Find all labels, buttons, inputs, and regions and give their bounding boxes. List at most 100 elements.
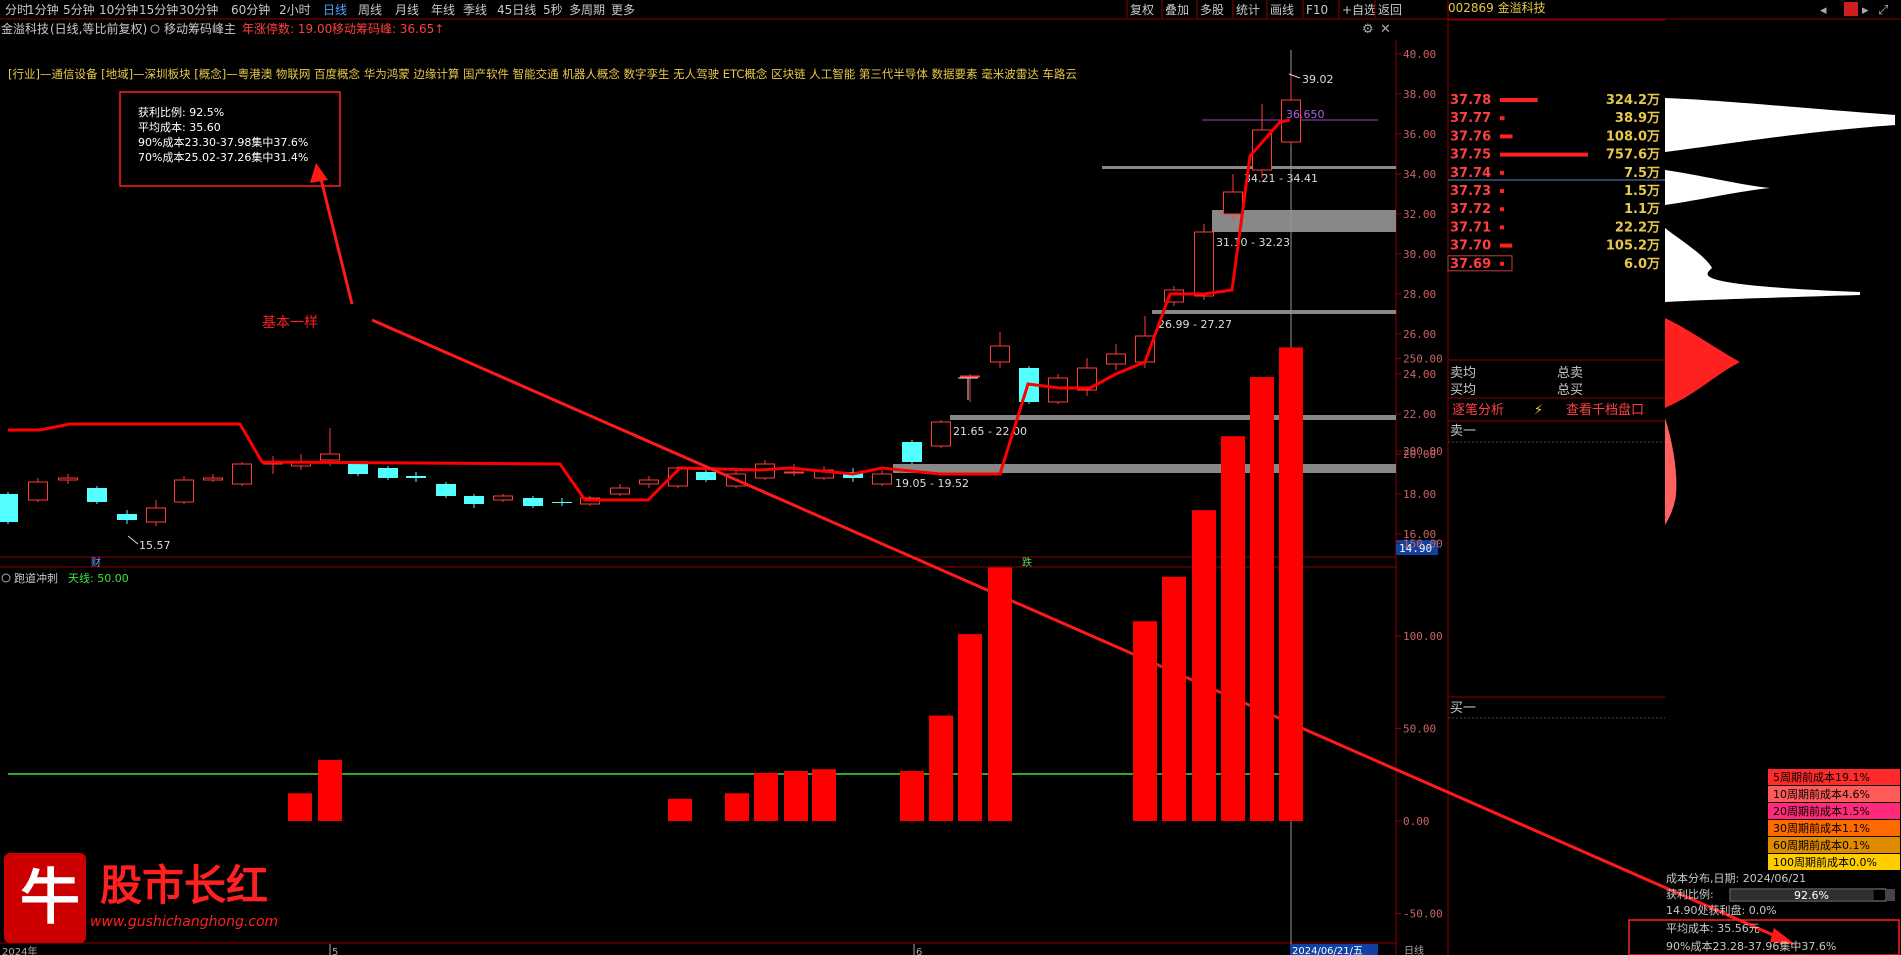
candle-body [1194,231,1214,297]
period-tab[interactable]: 60分钟 [231,2,270,17]
flag-icon[interactable] [1844,2,1858,16]
sub-indicator-name[interactable]: 跑道冲刺 [14,571,58,585]
order-volume: 6.0万 [1624,257,1660,272]
indicator-name[interactable]: 移动筹码峰主 [164,22,236,36]
chip-info-box: 获利比例: 92.5% 平均成本: 35.60 90%成本23.30-37.98… [119,91,341,187]
tick-analysis-link[interactable]: 逐笔分析 [1452,402,1504,418]
toolbar-button[interactable]: 多股 [1200,3,1224,17]
toolbar-button[interactable]: 返回 [1378,3,1402,17]
toolbar-button[interactable]: 统计 [1236,3,1260,17]
order-price[interactable]: 37.77 [1450,111,1491,126]
chip-shape-white [1665,98,1895,152]
period-tab[interactable]: 10分钟 [99,2,138,17]
prev-icon[interactable]: ◂ [1820,3,1827,18]
watermark-title: 股市长红 [100,861,268,910]
order-price[interactable]: 37.76 [1450,129,1491,144]
period-tab[interactable]: 季线 [463,3,487,17]
sub-tick: 100.00 [1403,630,1443,643]
price-axis: 40.00 38.00 36.00 34.00 32.00 30.00 28.00 26.00… [1396,48,1436,541]
period-toolbar: 分时1分钟 5分钟 10分钟 15分钟 30分钟 60分钟 2小时 日线 周线 月线 年线 季线 45日… [5,0,1402,18]
order-volume-bar [1500,170,1504,175]
next-icon[interactable]: ▸ [1862,3,1869,18]
period-tab[interactable]: 年线 [431,3,455,17]
marker-fall[interactable]: 跌 [1022,556,1032,569]
order-price[interactable]: 37.72 [1450,202,1491,217]
order-price[interactable]: 37.69 [1450,257,1491,272]
toolbar-button[interactable]: 叠加 [1165,3,1189,17]
sprint-bar [318,759,342,821]
expand-icon[interactable]: ⤢ [1878,3,1888,18]
sub-tick: 250.00 [1403,353,1443,366]
candle-body [902,442,922,462]
candle-body [203,477,223,481]
candle-body [931,421,951,447]
price-tick: 24.00 [1403,368,1436,381]
period-tab[interactable]: 2小时 [279,3,311,17]
watermark: 牛 股市长红 www.gushichanghong.com [4,853,278,943]
depth-link[interactable]: 查看千档盘口 [1566,402,1644,418]
candle-body [0,494,18,522]
candle-body [117,514,137,520]
order-price[interactable]: 37.74 [1450,166,1491,181]
sprint-bar [784,771,808,821]
toolbar-button[interactable]: F10 [1306,3,1328,17]
scroll-handle[interactable] [1887,889,1895,901]
period-tab[interactable]: 45日线 [497,3,536,17]
date-june: 6 [916,947,922,955]
concept-tags[interactable]: [行业]—通信设备 [地域]—深圳板块 [概念]—粤港澳 物联网 百度概念 华为… [8,67,1077,81]
info-line: 获利比例: 92.5% [138,105,224,119]
date-may: 5 [332,947,338,955]
order-price[interactable]: 37.71 [1450,220,1491,235]
order-volume: 1.1万 [1624,202,1660,217]
indicator-settings-icon[interactable] [150,24,160,34]
current-price-label: 36.650 [1286,108,1325,121]
period-tab[interactable]: 1分钟 [27,2,59,17]
profit-label: 获利比例: [1666,887,1714,901]
period-tab[interactable]: 5分钟 [63,2,95,17]
order-price[interactable]: 37.73 [1450,184,1491,199]
period-tab[interactable]: 周线 [358,3,382,17]
period-tab[interactable]: 5秒 [543,3,563,17]
period-tab[interactable]: 15分钟 [139,2,178,17]
buy-avg: 买均 [1450,383,1476,398]
sprint-bar [725,793,749,821]
sell-avg: 卖均 [1450,366,1476,381]
order-price[interactable]: 37.75 [1450,148,1491,163]
sub-tick: -50.00 [1403,908,1443,921]
order-price[interactable]: 37.70 [1450,239,1491,254]
chart-mode: (日线,等比前复权) [50,21,147,36]
info-line: 70%成本25.02-37.26集中31.4% [138,150,308,164]
period-tab[interactable]: 更多 [611,3,635,17]
close-icon[interactable]: ✕ [1380,22,1391,37]
price-tick: 22.00 [1403,408,1436,421]
candle-body [87,488,107,502]
chip-distribution [1665,98,1895,525]
order-volume-bar [1500,116,1505,121]
order-volume-bar [1500,261,1504,266]
toolbar-button[interactable]: 复权 [1130,3,1154,17]
total-buy: 总买 [1557,383,1583,398]
order-price[interactable]: 37.78 [1450,93,1491,108]
period-tab[interactable]: 月线 [395,3,419,17]
candle-body [552,502,572,503]
watermark-url: www.gushichanghong.com [90,914,278,930]
stock-name: 金溢科技 [1,21,49,36]
sprint-bar [812,769,836,821]
candle-body [523,498,543,506]
period-tab[interactable]: 30分钟 [179,2,218,17]
toolbar-button[interactable]: +自选 [1342,3,1376,17]
sub-axis: 250.00 200.00 150.00 100.00 50.00 0.00 -50.00 [1396,353,1443,921]
toolbar-button[interactable]: 画线 [1270,3,1294,17]
zone-bar [893,464,1396,473]
sprint-bar [1192,510,1216,821]
period-tab[interactable]: 多周期 [569,3,605,17]
period-tab[interactable]: 日线 [323,3,347,17]
cost-line: 平均成本: 35.56元 [1666,921,1760,935]
marker-finance[interactable]: 财 [91,556,101,569]
period-tab[interactable]: 分时 [5,3,29,17]
settings-icon[interactable]: ⚙ [1362,22,1374,37]
price-tick: 36.00 [1403,128,1436,141]
order-volume: 324.2万 [1606,93,1660,108]
cost-date: 成本分布,日期: 2024/06/21 [1666,871,1806,885]
watermark-logo-char: 牛 [20,863,80,933]
